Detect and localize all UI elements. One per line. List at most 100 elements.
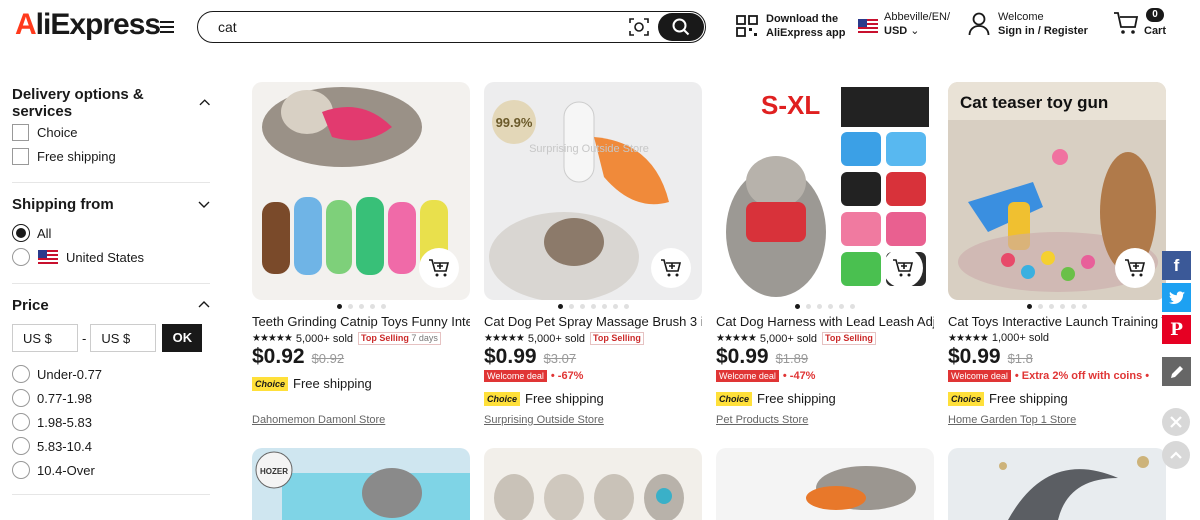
- delivery-title: Delivery options & services: [12, 86, 144, 120]
- price-range-option[interactable]: 10.4-Over: [12, 458, 210, 482]
- price-range-option[interactable]: Under-0.77: [12, 362, 210, 386]
- product-title[interactable]: Cat Dog Harness with Lead Leash Adjustab…: [716, 314, 934, 330]
- back-to-top-button[interactable]: [1162, 441, 1190, 469]
- welcome-text: Welcome: [998, 11, 1044, 23]
- filter-choice-label: Choice: [37, 124, 78, 140]
- product-image[interactable]: [948, 448, 1166, 520]
- ship-from-all-label: All: [37, 225, 52, 241]
- deal-row: Welcome deal • Extra 2% off with coins •: [948, 370, 1149, 382]
- account-link[interactable]: Welcome Sign in / Register: [968, 10, 1088, 38]
- search-icon: [672, 18, 690, 36]
- checkbox[interactable]: [12, 123, 29, 141]
- product-rating-row: ★★★★★ 5,000+ sold Top Selling: [716, 332, 876, 345]
- add-to-cart-button[interactable]: [419, 248, 459, 288]
- us-flag-icon: [38, 250, 58, 264]
- product-title[interactable]: Cat Dog Pet Spray Massage Brush 3 in 1: [484, 314, 702, 330]
- divider: [12, 182, 210, 183]
- watermark-text: Surprising Outside Store: [529, 143, 649, 155]
- twitter-share-button[interactable]: [1162, 283, 1191, 312]
- filter-free-shipping-label: Free shipping: [37, 148, 116, 164]
- edit-feedback-button[interactable]: [1162, 357, 1191, 386]
- product-title[interactable]: Teeth Grinding Catnip Toys Funny Interac…: [252, 314, 470, 330]
- radio[interactable]: [12, 437, 30, 455]
- sign-in-link[interactable]: Sign in / Register: [998, 25, 1088, 37]
- radio-selected[interactable]: [12, 224, 30, 242]
- us-flag-icon: [858, 19, 878, 33]
- radio[interactable]: [12, 389, 30, 407]
- sold-count: 1,000+ sold: [991, 332, 1050, 344]
- price-row: $0.99 $1.89: [716, 345, 808, 369]
- store-link[interactable]: Surprising Outside Store: [484, 414, 604, 426]
- star-rating: ★★★★★: [716, 333, 757, 344]
- price-filter-header[interactable]: Price: [12, 294, 210, 316]
- price-title: Price: [12, 296, 49, 314]
- add-to-cart-button[interactable]: [1115, 248, 1155, 288]
- image-carousel-dots: [252, 304, 470, 309]
- ship-from-us-label: United States: [66, 249, 145, 265]
- original-price: $1.8: [1007, 351, 1033, 366]
- welcome-deal-badge: Welcome deal: [716, 370, 779, 382]
- price-range-option[interactable]: 1.98-5.83: [12, 410, 210, 434]
- app-line1: Download the: [766, 13, 839, 25]
- close-rail-button[interactable]: [1162, 408, 1190, 436]
- camera-search-icon[interactable]: [628, 17, 650, 37]
- price-row: $0.92 $0.92: [252, 345, 344, 369]
- size-label: S-XL: [761, 90, 820, 120]
- radio[interactable]: [12, 413, 30, 431]
- ship-from-all[interactable]: All: [12, 221, 210, 245]
- divider: [12, 283, 210, 284]
- product-image[interactable]: [484, 448, 702, 520]
- product-rating-row: ★★★★★ 1,000+ sold: [948, 332, 1049, 344]
- deal-row: Welcome deal • -67%: [484, 370, 583, 382]
- add-to-cart-button[interactable]: [651, 248, 691, 288]
- price-range-label: 1.98-5.83: [37, 414, 92, 430]
- chevron-down-icon: ⌄: [910, 25, 920, 37]
- ship-from-us[interactable]: United States: [12, 245, 210, 269]
- sale-price: $0.99: [948, 345, 1001, 368]
- currency-label: USD: [884, 25, 908, 37]
- cart-button[interactable]: 0 Cart: [1113, 8, 1166, 41]
- price-range-option[interactable]: 0.77-1.98: [12, 386, 210, 410]
- pinterest-share-button[interactable]: P: [1162, 315, 1191, 344]
- radio[interactable]: [12, 248, 30, 266]
- welcome-deal-badge: Welcome deal: [484, 370, 547, 382]
- filter-choice[interactable]: Choice: [12, 120, 210, 144]
- tag-label: Top Selling: [593, 333, 641, 343]
- price-max-input[interactable]: US $: [90, 324, 157, 352]
- download-app-link[interactable]: Download the AliExpress app: [736, 12, 845, 40]
- search-button[interactable]: [658, 13, 704, 41]
- checkbox[interactable]: [12, 147, 29, 165]
- star-rating: ★★★★★: [948, 332, 989, 344]
- facebook-icon: f: [1173, 255, 1180, 275]
- logo-text: liExpress: [35, 8, 161, 41]
- radio[interactable]: [12, 365, 30, 383]
- facebook-share-button[interactable]: f: [1162, 251, 1191, 280]
- price-ok-button[interactable]: OK: [162, 324, 203, 352]
- region-selector[interactable]: Abbeville/EN/USD ⌄: [858, 10, 950, 38]
- product-image[interactable]: HOZER: [252, 448, 470, 520]
- shipping-row: Choice Free shipping: [484, 391, 604, 406]
- product-image[interactable]: [716, 448, 934, 520]
- store-link[interactable]: Home Garden Top 1 Store: [948, 414, 1076, 426]
- radio[interactable]: [12, 461, 30, 479]
- filter-sidebar: Delivery options & services Choice Free …: [12, 80, 210, 505]
- qr-code-icon: [736, 15, 758, 37]
- price-range-option[interactable]: 5.83-10.4: [12, 434, 210, 458]
- shipping-from-header[interactable]: Shipping from: [12, 193, 210, 215]
- store-link[interactable]: Dahomemon Damonl Store: [252, 414, 385, 426]
- product-title[interactable]: Cat Toys Interactive Launch Training Toy: [948, 314, 1166, 330]
- product-rating-row: ★★★★★ 5,000+ sold Top Selling 7 days: [252, 332, 441, 345]
- aliexpress-logo[interactable]: AliExpress: [15, 8, 161, 42]
- image-carousel-dots: [716, 304, 934, 309]
- price-range-label: 0.77-1.98: [37, 390, 92, 406]
- region-line1: Abbeville/EN/: [884, 11, 951, 23]
- filter-free-shipping[interactable]: Free shipping: [12, 144, 210, 168]
- search-input[interactable]: [218, 18, 598, 36]
- choice-badge: Choice: [716, 391, 753, 406]
- menu-icon[interactable]: [153, 13, 181, 41]
- add-to-cart-button[interactable]: [883, 248, 923, 288]
- store-link[interactable]: Pet Products Store: [716, 414, 808, 426]
- twitter-icon: [1168, 290, 1185, 304]
- delivery-filter-header[interactable]: Delivery options & services: [12, 86, 210, 120]
- price-min-input[interactable]: US $: [12, 324, 78, 352]
